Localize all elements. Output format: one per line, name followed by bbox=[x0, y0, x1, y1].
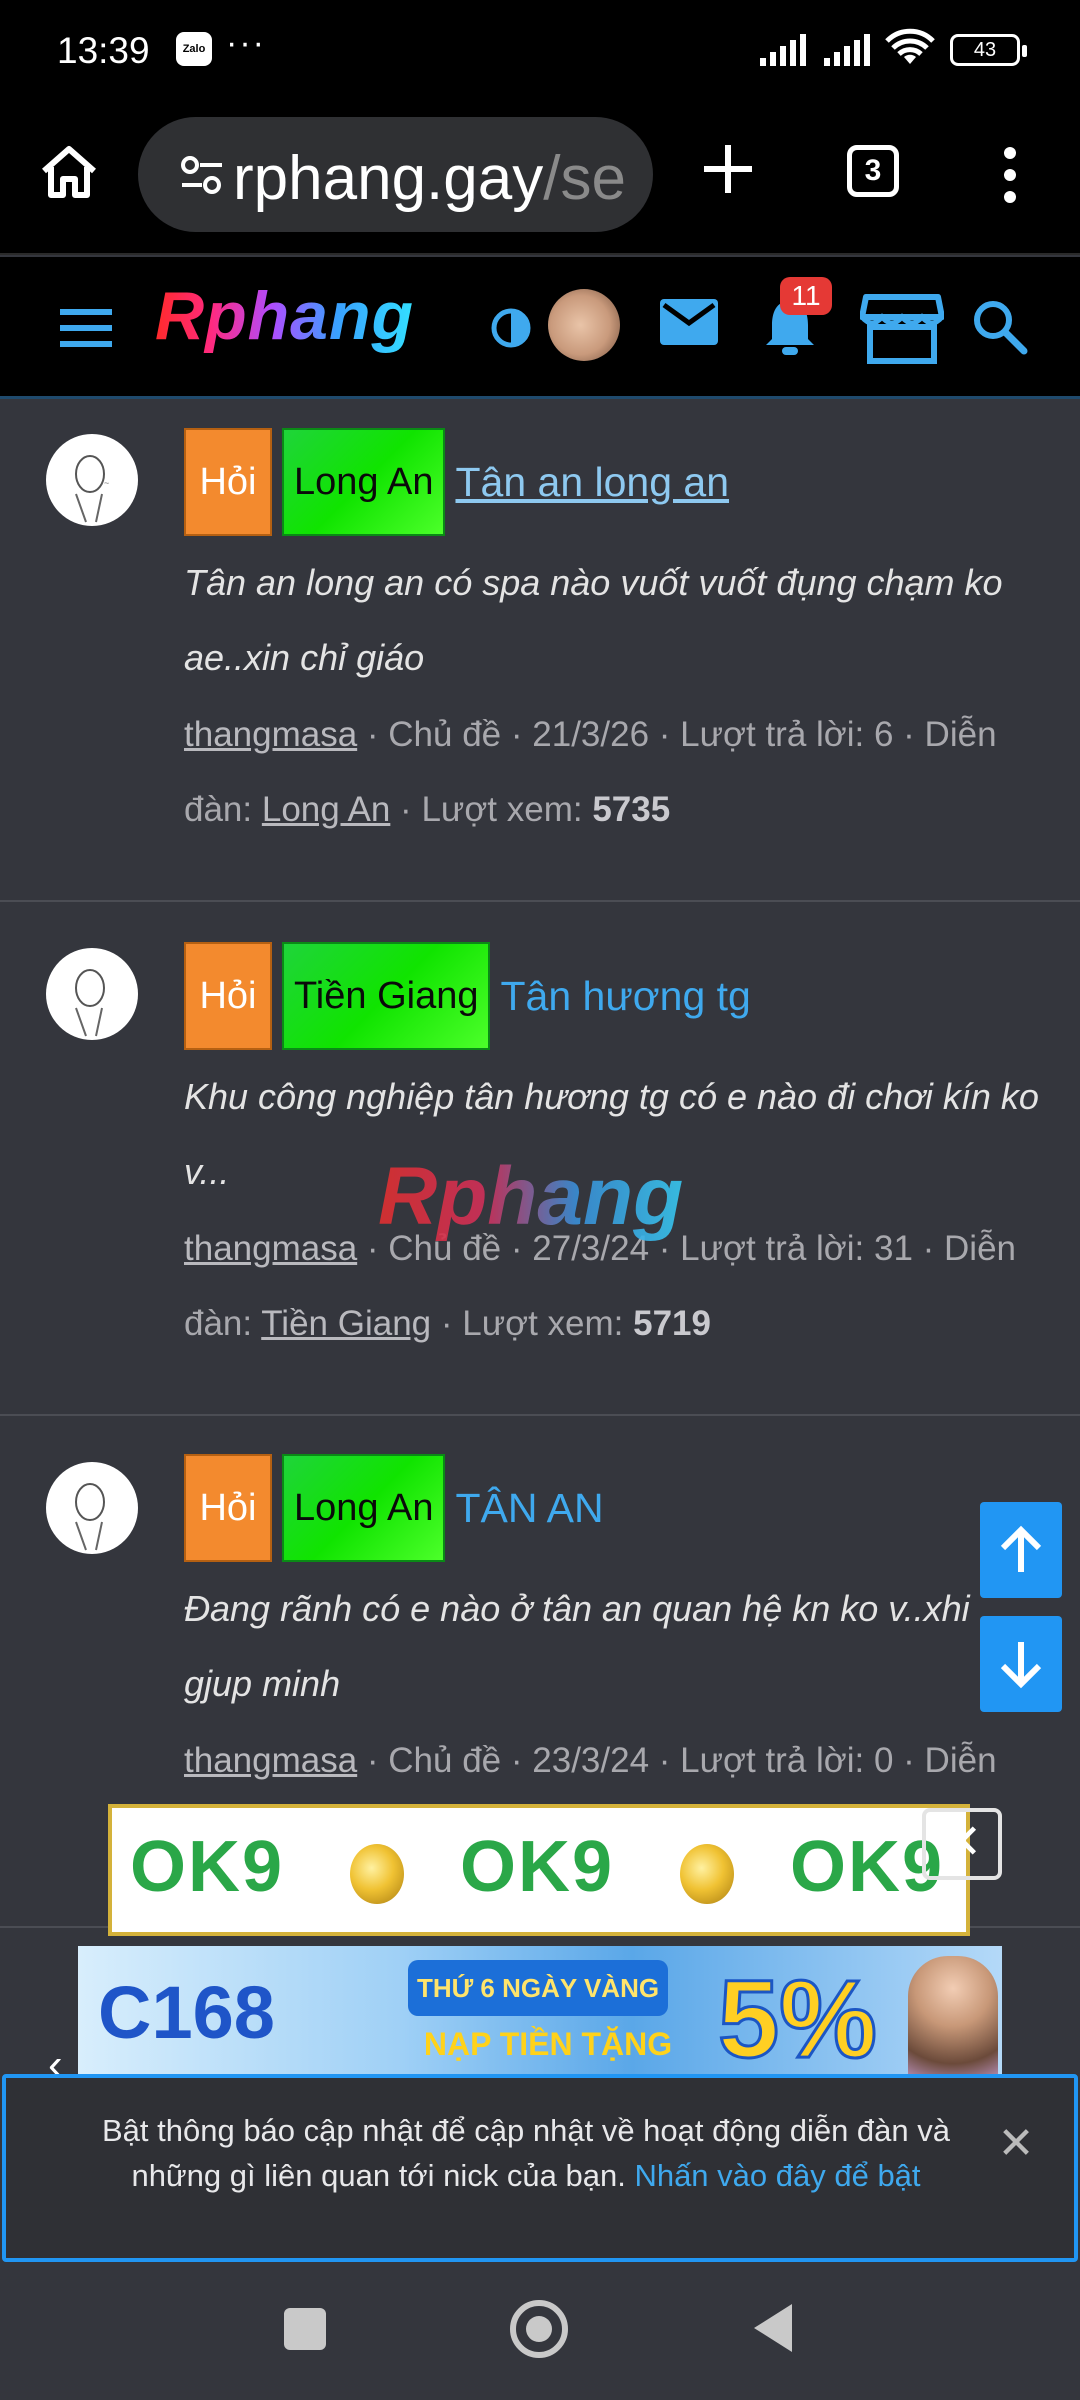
arrow-up-icon bbox=[1000, 1525, 1042, 1572]
thread-title-row: Hỏi Long An Tân an long an bbox=[184, 428, 729, 536]
forum-tag[interactable]: Long An bbox=[282, 428, 446, 536]
more-notifications-icon: ··· bbox=[226, 24, 266, 62]
thread-meta: thangmasa · Chủ đề · 23/3/24 · Lượt trả … bbox=[184, 1741, 997, 1780]
thread-snippet: Đang rãnh có e nào ở tân an quan hệ kn k… bbox=[184, 1588, 970, 1704]
enable-notifications-link[interactable]: Nhấn vào đây để bật bbox=[634, 2158, 920, 2193]
thread-date: 23/3/24 bbox=[532, 1741, 650, 1780]
search-icon[interactable] bbox=[970, 297, 1028, 355]
screen: 13:39 Zalo ··· 43 rphang.gay/se 3 Rphang… bbox=[0, 0, 1080, 2400]
prefix-tag[interactable]: Hỏi bbox=[184, 942, 272, 1050]
views-label: Lượt xem: bbox=[462, 1304, 624, 1343]
forum-label: Diễn bbox=[924, 1741, 997, 1780]
notification-count-badge: 11 bbox=[780, 277, 832, 315]
reply-count: Lượt trả lời: 31 bbox=[680, 1229, 913, 1268]
theme-toggle-icon[interactable] bbox=[490, 307, 532, 349]
site-watermark: Rphang bbox=[378, 1151, 684, 1242]
c168-promo-line1: THỨ 6 NGÀY VÀNG bbox=[408, 1960, 668, 2016]
author-avatar[interactable]: ~ bbox=[46, 434, 138, 526]
svg-text:~: ~ bbox=[104, 478, 109, 488]
status-bar: 13:39 Zalo ··· 43 bbox=[0, 0, 1080, 105]
thread-title-link[interactable]: Tân hương tg bbox=[500, 973, 750, 1020]
wifi-icon bbox=[885, 28, 935, 64]
close-icon[interactable]: ✕ bbox=[996, 2122, 1036, 2166]
notification-prompt-text: Bật thông báo cập nhật để cập nhật về ho… bbox=[76, 2108, 976, 2198]
home-icon[interactable] bbox=[38, 141, 100, 203]
store-icon[interactable] bbox=[860, 293, 944, 365]
ok9-ad-banner[interactable]: OK9 OK9 OK9 bbox=[108, 1804, 970, 1936]
url-domain: rphang.gay bbox=[233, 144, 544, 213]
signal-icon-2 bbox=[824, 34, 870, 66]
hamburger-menu-icon[interactable] bbox=[58, 305, 114, 351]
zalo-icon: Zalo bbox=[176, 32, 212, 66]
status-time: 13:39 bbox=[57, 30, 150, 71]
forum-tag[interactable]: Long An bbox=[282, 1454, 446, 1562]
scroll-to-bottom-button[interactable] bbox=[980, 1616, 1062, 1712]
address-bar[interactable]: rphang.gay/se bbox=[138, 117, 653, 232]
arrow-down-icon bbox=[1000, 1642, 1042, 1689]
author-link[interactable]: thangmasa bbox=[184, 1229, 357, 1268]
browser-toolbar: rphang.gay/se 3 bbox=[0, 105, 1080, 255]
ad-close-button[interactable]: ✕ bbox=[922, 1808, 1002, 1880]
home-button[interactable] bbox=[510, 2300, 568, 2358]
ok9-logo: OK9 bbox=[460, 1827, 615, 1907]
tab-switcher-button[interactable]: 3 bbox=[847, 145, 899, 197]
view-count: 5735 bbox=[592, 790, 671, 829]
thread-item[interactable]: ~ Hỏi Long An Tân an long an Tân an long… bbox=[0, 402, 1080, 902]
thread-title-link[interactable]: TÂN AN bbox=[455, 1485, 603, 1532]
thread-title-row: Hỏi Long An TÂN AN bbox=[184, 1454, 604, 1562]
new-tab-icon[interactable] bbox=[700, 141, 756, 197]
thread-date: 21/3/26 bbox=[532, 715, 650, 754]
recents-button[interactable] bbox=[284, 2308, 326, 2350]
system-navigation-bar bbox=[0, 2268, 1080, 2400]
ok9-logo: OK9 bbox=[130, 1827, 285, 1907]
prefix-tag[interactable]: Hỏi bbox=[184, 428, 272, 536]
coin-icon bbox=[350, 1844, 404, 1904]
back-button[interactable] bbox=[754, 2304, 792, 2352]
url-text: rphang.gay/se bbox=[233, 143, 626, 214]
author-link[interactable]: thangmasa bbox=[184, 1741, 357, 1780]
thread-title-link[interactable]: Tân an long an bbox=[455, 459, 729, 506]
thread-meta: thangmasa · Chủ đề · 21/3/26 · Lượt trả … bbox=[184, 715, 997, 829]
thread-type: Chủ đề bbox=[388, 1741, 502, 1780]
user-avatar[interactable] bbox=[548, 289, 620, 361]
c168-logo: C168 bbox=[98, 1971, 275, 2054]
signal-icon bbox=[760, 34, 806, 66]
c168-percent: 5% bbox=[717, 1957, 879, 2075]
site-logo[interactable]: Rphang bbox=[155, 277, 414, 355]
site-settings-icon[interactable] bbox=[180, 155, 224, 195]
forum-tag[interactable]: Tiền Giang bbox=[282, 942, 491, 1050]
coin-icon bbox=[680, 1844, 734, 1904]
thread-type: Chủ đề bbox=[388, 715, 502, 754]
site-header: Rphang 11 bbox=[0, 257, 1080, 399]
thread-snippet: Tân an long an có spa nào vuốt vuốt đụng… bbox=[184, 562, 1003, 678]
reply-count: Lượt trả lời: 0 bbox=[680, 1741, 894, 1780]
forum-link[interactable]: Long An bbox=[262, 790, 390, 829]
push-notification-prompt: Bật thông báo cập nhật để cập nhật về ho… bbox=[2, 2074, 1078, 2262]
battery-icon: 43 bbox=[950, 34, 1027, 66]
scroll-to-top-button[interactable] bbox=[980, 1502, 1062, 1598]
url-path: /se bbox=[543, 144, 626, 213]
c168-promo-line2: NẠP TIỀN TẶNG bbox=[423, 2026, 673, 2062]
author-avatar[interactable] bbox=[46, 948, 138, 1040]
promo-model-image bbox=[908, 1956, 998, 2074]
reply-count: Lượt trả lời: 6 bbox=[680, 715, 894, 754]
views-label: Lượt xem: bbox=[421, 790, 583, 829]
c168-ad-banner[interactable]: C168 THỨ 6 NGÀY VÀNG NẠP TIỀN TẶNG 5% bbox=[78, 1946, 1002, 2074]
overflow-menu-icon[interactable] bbox=[1000, 145, 1020, 205]
thread-title-row: Hỏi Tiền Giang Tân hương tg bbox=[184, 942, 751, 1050]
prefix-tag[interactable]: Hỏi bbox=[184, 1454, 272, 1562]
view-count: 5719 bbox=[633, 1304, 711, 1343]
forum-link[interactable]: Tiền Giang bbox=[261, 1304, 431, 1343]
ok9-logo: OK9 bbox=[790, 1827, 945, 1907]
author-avatar[interactable] bbox=[46, 1462, 138, 1554]
mail-icon[interactable] bbox=[658, 297, 720, 347]
author-link[interactable]: thangmasa bbox=[184, 715, 357, 754]
